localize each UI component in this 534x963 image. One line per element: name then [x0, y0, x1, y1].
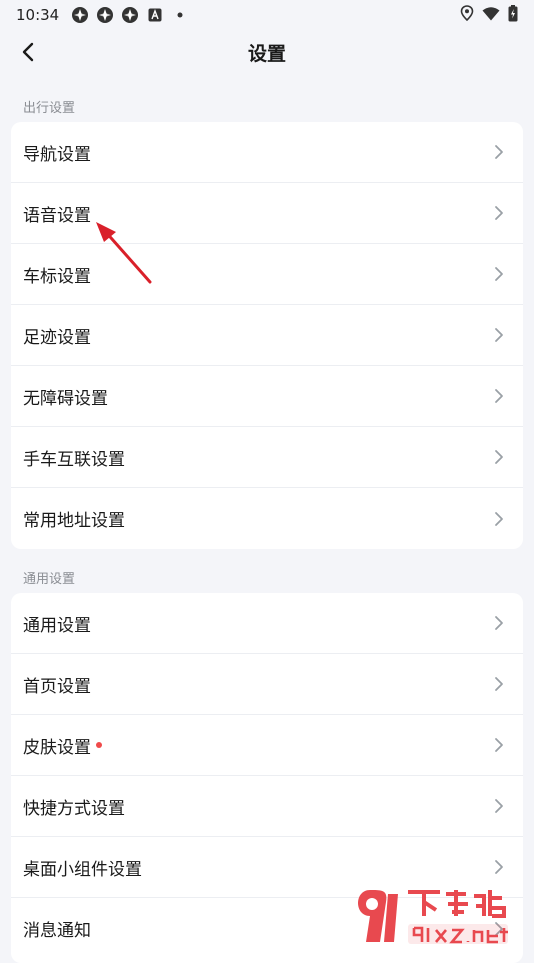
chevron-right-icon	[491, 388, 507, 404]
location-icon	[460, 5, 474, 25]
settings-item-navigation[interactable]: 导航设置	[11, 122, 523, 183]
chevron-right-icon	[491, 266, 507, 282]
item-label: 无障碍设置	[23, 388, 108, 409]
status-time: 10:34	[16, 6, 60, 24]
chevron-right-icon	[491, 615, 507, 631]
chevron-right-icon	[491, 676, 507, 692]
item-label: 皮肤设置	[23, 737, 91, 758]
battery-icon	[508, 4, 518, 26]
status-right-icons	[460, 4, 518, 26]
chevron-right-icon	[491, 205, 507, 221]
watermark-site-text	[408, 890, 506, 918]
annotation-arrow-icon	[96, 222, 152, 284]
settings-item-car-logo[interactable]: 车标设置	[11, 244, 523, 305]
item-label: 快捷方式设置	[23, 798, 125, 819]
chevron-right-icon	[491, 737, 507, 753]
item-label: 足迹设置	[23, 327, 91, 348]
app-icon	[121, 6, 139, 24]
settings-item-skin[interactable]: 皮肤设置	[11, 715, 523, 776]
item-label: 语音设置	[23, 205, 91, 226]
section-header-general: 通用设置	[23, 572, 76, 587]
settings-item-phone-car-link[interactable]: 手车互联设置	[11, 427, 523, 488]
notification-dot	[96, 742, 102, 748]
app-icon	[96, 6, 114, 24]
nav-bar: 设置	[0, 30, 534, 74]
item-label: 消息通知	[23, 921, 91, 941]
chevron-right-icon	[491, 859, 507, 875]
settings-card-travel: 导航设置 语音设置 车标设置 足迹设置 无障碍设置 手车互联设置 常用地址设置	[11, 122, 523, 549]
chevron-right-icon	[491, 798, 507, 814]
watermark-domain-text	[408, 924, 508, 944]
settings-item-accessibility[interactable]: 无障碍设置	[11, 366, 523, 427]
settings-item-general[interactable]: 通用设置	[11, 593, 523, 654]
item-label: 桌面小组件设置	[23, 859, 142, 880]
chevron-right-icon	[491, 327, 507, 343]
item-label: 通用设置	[23, 615, 91, 636]
chevron-right-icon	[491, 511, 507, 527]
status-bar: 10:34	[0, 0, 534, 30]
settings-item-voice[interactable]: 语音设置	[11, 183, 523, 244]
settings-item-common-address[interactable]: 常用地址设置	[11, 488, 523, 549]
chevron-right-icon	[491, 144, 507, 160]
a-icon	[146, 6, 164, 24]
item-label: 常用地址设置	[23, 511, 125, 531]
page-title: 设置	[247, 43, 286, 65]
section-header-travel: 出行设置	[23, 101, 76, 116]
wifi-icon	[482, 6, 500, 25]
settings-item-shortcut[interactable]: 快捷方式设置	[11, 776, 523, 837]
dot-icon	[171, 6, 189, 24]
item-label: 首页设置	[23, 676, 91, 697]
watermark-logo	[358, 890, 508, 944]
item-label: 手车互联设置	[23, 449, 125, 470]
item-label: 车标设置	[23, 266, 91, 287]
item-label: 导航设置	[23, 144, 91, 165]
settings-item-homepage[interactable]: 首页设置	[11, 654, 523, 715]
settings-item-footprint[interactable]: 足迹设置	[11, 305, 523, 366]
app-icon	[71, 6, 89, 24]
chevron-right-icon	[491, 449, 507, 465]
